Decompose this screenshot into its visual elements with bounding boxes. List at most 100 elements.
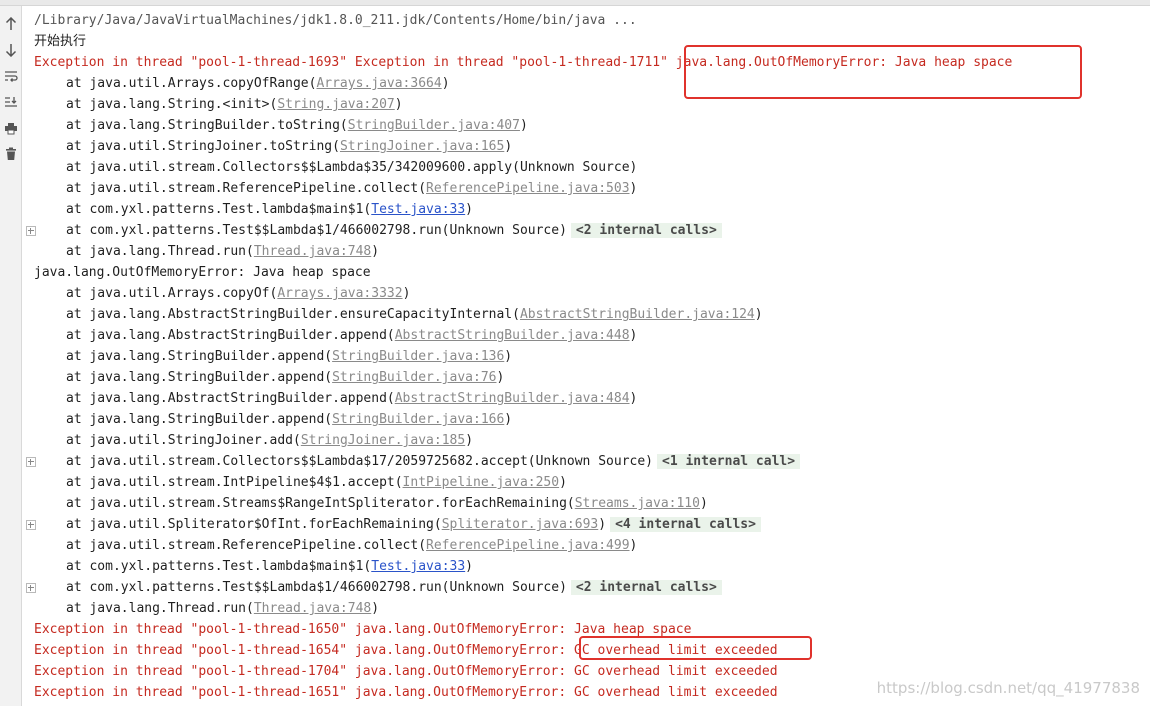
- log-text: Exception in thread "pool-1-thread-1651"…: [34, 685, 778, 700]
- print-icon[interactable]: [0, 118, 21, 138]
- source-link[interactable]: AbstractStringBuilder.java:448: [395, 328, 630, 343]
- log-text: at java.lang.StringBuilder.append(: [66, 349, 333, 364]
- stack-frame-line: at java.util.StringJoiner.add(StringJoin…: [66, 430, 473, 451]
- stack-frame-line: at java.lang.Thread.run(Thread.java:748): [66, 598, 379, 619]
- stack-frame-line: at java.lang.StringBuilder.toString(Stri…: [66, 115, 528, 136]
- log-text: ): [629, 328, 638, 343]
- log-text: at java.util.stream.ReferencePipeline.co…: [66, 181, 427, 196]
- stack-frame-line: at java.util.Arrays.copyOfRange(Arrays.j…: [66, 73, 450, 94]
- source-link[interactable]: StringBuilder.java:407: [348, 118, 520, 133]
- stack-frame-line: at com.yxl.patterns.Test.lambda$main$1(T…: [66, 556, 473, 577]
- log-text: ): [496, 370, 505, 385]
- source-link[interactable]: Test.java:33: [371, 559, 465, 574]
- stack-frame-line: at java.util.stream.Streams$RangeIntSpli…: [66, 493, 708, 514]
- log-text: at java.lang.AbstractStringBuilder.ensur…: [66, 307, 520, 322]
- source-link[interactable]: StringBuilder.java:136: [332, 349, 504, 364]
- log-text: ): [629, 538, 638, 553]
- source-link[interactable]: ReferencePipeline.java:499: [426, 538, 630, 553]
- log-text: at java.util.StringJoiner.add(: [66, 433, 301, 448]
- stack-frame-line: at java.util.stream.Collectors$$Lambda$1…: [66, 451, 801, 472]
- source-link[interactable]: StringBuilder.java:166: [332, 412, 504, 427]
- log-text: at java.lang.String.<init>(: [66, 97, 278, 112]
- stack-frame-line: at java.lang.String.<init>(String.java:2…: [66, 94, 403, 115]
- console-toolbar: [0, 6, 22, 706]
- log-text: ): [465, 202, 473, 217]
- log-text: ): [465, 433, 474, 448]
- source-link[interactable]: IntPipeline.java:250: [403, 475, 560, 490]
- stack-frame-line: at java.lang.AbstractStringBuilder.appen…: [66, 388, 637, 409]
- expand-frames-toggle[interactable]: [26, 520, 36, 530]
- log-text: at java.util.Arrays.copyOf(: [66, 286, 278, 301]
- stack-frame-line: at com.yxl.patterns.Test.lambda$main$1(T…: [66, 199, 473, 220]
- log-text: at java.util.stream.Collectors$$Lambda$1…: [66, 454, 653, 469]
- internal-calls-fold[interactable]: <4 internal calls>: [610, 517, 761, 532]
- source-link[interactable]: Test.java:33: [371, 202, 465, 217]
- internal-calls-fold[interactable]: <2 internal calls>: [570, 580, 722, 595]
- log-text: ): [465, 559, 473, 574]
- log-text: ): [699, 496, 708, 511]
- expand-frames-toggle[interactable]: [26, 457, 36, 467]
- expand-frames-toggle[interactable]: [26, 583, 36, 593]
- log-text: Exception in thread "pool-1-thread-1704"…: [34, 664, 778, 679]
- error-message-line: java.lang.OutOfMemoryError: Java heap sp…: [34, 262, 371, 283]
- stack-frame-line: at java.util.stream.Collectors$$Lambda$3…: [66, 157, 637, 178]
- log-text: at com.yxl.patterns.Test$$Lambda$1/46600…: [66, 580, 567, 595]
- log-text: ): [394, 97, 403, 112]
- exception-line: Exception in thread "pool-1-thread-1651"…: [34, 682, 778, 703]
- log-text: ): [629, 181, 638, 196]
- expand-frames-toggle[interactable]: [26, 226, 36, 236]
- down-arrow-icon[interactable]: [0, 40, 21, 60]
- log-text: at java.util.stream.IntPipeline$4$1.acce…: [66, 475, 403, 490]
- source-link[interactable]: Thread.java:748: [254, 601, 371, 616]
- log-text: at java.lang.AbstractStringBuilder.appen…: [66, 328, 395, 343]
- source-link[interactable]: Spliterator.java:693: [442, 517, 599, 532]
- source-link[interactable]: ReferencePipeline.java:503: [426, 181, 630, 196]
- source-link[interactable]: StringBuilder.java:76: [332, 370, 496, 385]
- log-text: ): [441, 76, 450, 91]
- soft-wrap-icon[interactable]: [0, 66, 21, 86]
- log-text: ): [504, 412, 513, 427]
- source-link[interactable]: AbstractStringBuilder.java:124: [520, 307, 755, 322]
- log-text: at java.util.stream.ReferencePipeline.co…: [66, 538, 427, 553]
- source-link[interactable]: StringJoiner.java:185: [301, 433, 465, 448]
- stack-frame-line: at java.util.StringJoiner.toString(Strin…: [66, 136, 512, 157]
- log-text: at java.lang.Thread.run(: [66, 601, 254, 616]
- log-text: ): [629, 391, 638, 406]
- command-line: /Library/Java/JavaVirtualMachines/jdk1.8…: [34, 13, 637, 28]
- log-text: Exception in thread "pool-1-thread-1650"…: [34, 622, 692, 637]
- log-text: at java.util.Arrays.copyOfRange(: [66, 76, 317, 91]
- log-text: ): [371, 601, 380, 616]
- internal-calls-fold[interactable]: <2 internal calls>: [570, 223, 722, 238]
- trash-icon[interactable]: [0, 144, 21, 164]
- log-text: at com.yxl.patterns.Test$$Lambda$1/46600…: [66, 223, 567, 238]
- stack-frame-line: at java.lang.AbstractStringBuilder.appen…: [66, 325, 637, 346]
- source-link[interactable]: Thread.java:748: [254, 244, 371, 259]
- source-link[interactable]: Streams.java:110: [575, 496, 700, 511]
- log-text: ): [559, 475, 567, 490]
- source-link[interactable]: Arrays.java:3664: [316, 76, 441, 91]
- stack-frame-line: at com.yxl.patterns.Test$$Lambda$1/46600…: [66, 577, 722, 598]
- source-link[interactable]: StringJoiner.java:165: [340, 139, 504, 154]
- stack-frame-line: at java.util.stream.ReferencePipeline.co…: [66, 178, 637, 199]
- stack-frame-line: at java.lang.Thread.run(Thread.java:748): [66, 241, 379, 262]
- log-text: at java.lang.StringBuilder.toString(: [66, 118, 348, 133]
- source-link[interactable]: Arrays.java:3332: [277, 286, 402, 301]
- log-text: at java.lang.Thread.run(: [66, 244, 254, 259]
- log-text: ): [371, 244, 380, 259]
- scroll-to-end-icon[interactable]: [0, 92, 21, 112]
- log-text: at java.util.StringJoiner.toString(: [66, 139, 340, 154]
- log-text: at java.lang.StringBuilder.append(: [66, 412, 333, 427]
- log-text: ): [754, 307, 763, 322]
- log-text: ): [504, 139, 513, 154]
- stack-frame-line: at java.lang.StringBuilder.append(String…: [66, 367, 504, 388]
- internal-calls-fold[interactable]: <1 internal call>: [657, 454, 801, 469]
- source-link[interactable]: AbstractStringBuilder.java:484: [395, 391, 630, 406]
- console-output[interactable]: /Library/Java/JavaVirtualMachines/jdk1.8…: [22, 10, 1150, 706]
- window-top-strip: [0, 0, 1150, 6]
- up-arrow-icon[interactable]: [0, 14, 21, 34]
- stack-frame-line: at java.lang.StringBuilder.append(String…: [66, 346, 512, 367]
- log-text: ): [402, 286, 411, 301]
- source-link[interactable]: String.java:207: [277, 97, 394, 112]
- stack-frame-line: at java.util.Spliterator$OfInt.forEachRe…: [66, 514, 761, 535]
- log-text: at java.util.stream.Streams$RangeIntSpli…: [66, 496, 575, 511]
